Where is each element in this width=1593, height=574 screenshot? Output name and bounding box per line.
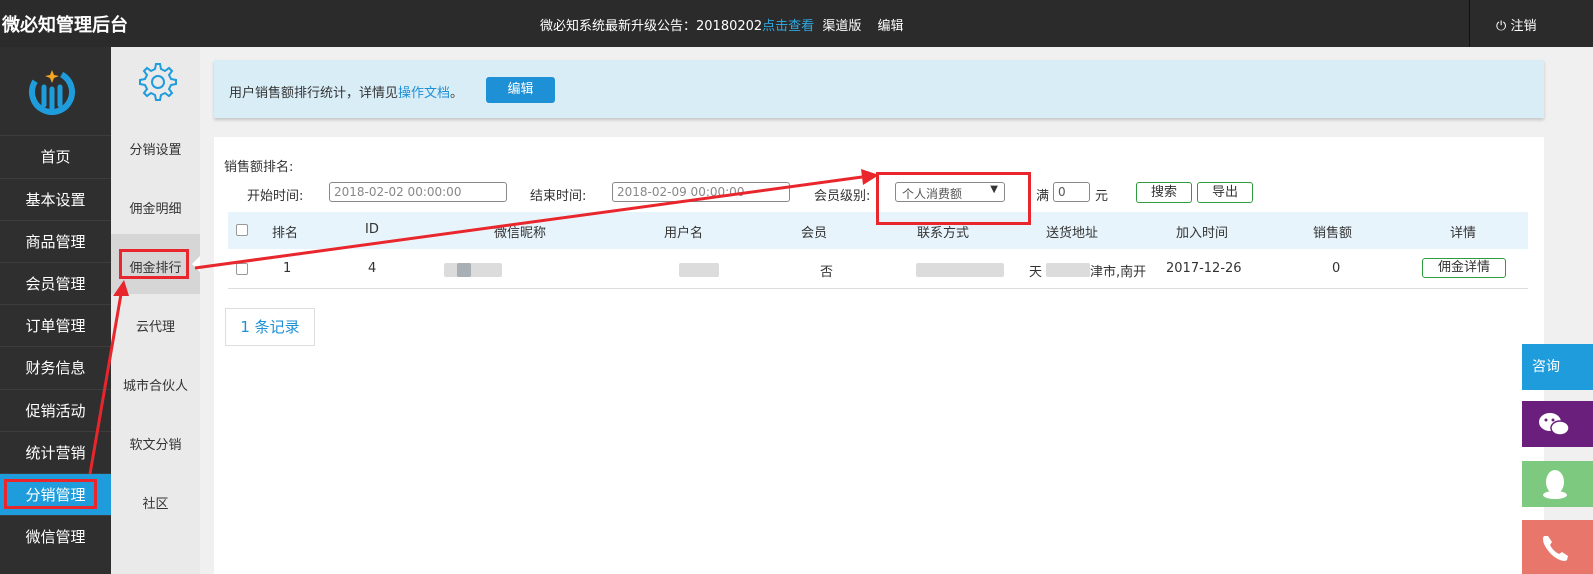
end-time-label: 结束时间: xyxy=(530,189,587,204)
consult-button[interactable]: 咨询 xyxy=(1522,344,1593,390)
col-member: 会员 xyxy=(801,226,828,241)
annotation-box-commission-ranking xyxy=(119,249,189,279)
sidebar-item-statistics[interactable]: 统计营销 xyxy=(0,431,111,473)
cell-joined: 2017-12-26 xyxy=(1166,261,1242,276)
subnav-item-community[interactable]: 社区 xyxy=(111,493,200,512)
subnav-item-cloud-agent[interactable]: 云代理 xyxy=(111,316,200,335)
start-time-input[interactable]: 2018-02-02 00:00:00 xyxy=(329,182,507,202)
col-sales: 销售额 xyxy=(1313,226,1353,241)
annotation-box-member-level xyxy=(876,172,1031,225)
cell-rank: 1 xyxy=(283,261,292,276)
sidebar-item-orders[interactable]: 订单管理 xyxy=(0,304,111,346)
gear-icon xyxy=(139,63,177,101)
logo-icon xyxy=(29,69,75,115)
col-detail: 详情 xyxy=(1450,226,1477,241)
wechat-button[interactable] xyxy=(1522,401,1593,447)
subnav-item-distribution-settings[interactable]: 分销设置 xyxy=(111,139,200,158)
member-level-label: 会员级别: xyxy=(814,189,871,204)
notice-link[interactable]: 点击查看 xyxy=(762,19,814,34)
info-edit-button[interactable]: 编辑 xyxy=(486,77,555,103)
cell-address-start: 天 xyxy=(1029,265,1043,280)
info-suffix: 。 xyxy=(450,86,464,101)
commission-detail-button[interactable]: 佣金详情 xyxy=(1422,258,1506,278)
subnav-item-commission-detail[interactable]: 佣金明细 xyxy=(111,198,200,217)
upgrade-notice: 微必知系统最新升级公告：20180202点击查看 渠道版 编辑 xyxy=(540,15,904,34)
search-button[interactable]: 搜索 xyxy=(1136,182,1192,203)
sidebar-item-products[interactable]: 商品管理 xyxy=(0,220,111,262)
col-username: 用户名 xyxy=(664,226,704,241)
annotation-box-distribution xyxy=(4,479,97,509)
sidebar-item-promotions[interactable]: 促销活动 xyxy=(0,389,111,431)
logout-button[interactable]: ⏻ 注销 xyxy=(1496,15,1536,34)
cell-address-blurred xyxy=(1046,263,1090,277)
notice-text: 微必知系统最新升级公告：20180202 xyxy=(540,19,763,34)
wechat-icon xyxy=(1539,413,1570,436)
sidebar-item-basic-settings[interactable]: 基本设置 xyxy=(0,178,111,220)
channel-link[interactable]: 渠道版 xyxy=(822,19,861,34)
select-all-checkbox[interactable] xyxy=(236,224,248,236)
qq-button[interactable] xyxy=(1522,461,1593,507)
sidebar-item-finance[interactable]: 财务信息 xyxy=(0,346,111,388)
phone-icon xyxy=(1543,536,1568,561)
top-bar: 微必知管理后台 微必知系统最新升级公告：20180202点击查看 渠道版 编辑 … xyxy=(0,0,1593,47)
currency-unit: 元 xyxy=(1095,189,1109,204)
subnav-item-city-partner[interactable]: 城市合伙人 xyxy=(111,375,200,394)
subnav-item-article-distribution[interactable]: 软文分销 xyxy=(111,434,200,453)
cell-nickname-blurred xyxy=(444,263,502,277)
min-amount-label: 满 xyxy=(1036,189,1050,204)
cell-username-blurred xyxy=(679,263,719,277)
col-id: ID xyxy=(365,222,379,237)
sub-sidebar: 分销设置 佣金明细 佣金排行 云代理 城市合伙人 软文分销 社区 xyxy=(111,47,200,574)
table-row: 1 4 否 天 津市,南开 2017-12-26 0 佣金详情 xyxy=(228,249,1528,289)
brand-title: 微必知管理后台 xyxy=(2,15,128,36)
export-button[interactable]: 导出 xyxy=(1197,182,1253,203)
sidebar-item-home[interactable]: 首页 xyxy=(0,135,111,177)
cell-member: 否 xyxy=(820,265,834,280)
col-address: 送货地址 xyxy=(1046,226,1099,241)
cell-contact-blurred xyxy=(916,263,1004,277)
cell-sales: 0 xyxy=(1332,261,1341,276)
power-icon: ⏻ xyxy=(1496,19,1507,34)
info-text: 用户销售额排行统计，详情见操作文档。 xyxy=(229,82,463,101)
col-rank: 排名 xyxy=(272,226,299,241)
info-description: 用户销售额排行统计，详情见 xyxy=(229,86,399,101)
record-count: 1 条记录 xyxy=(225,308,315,346)
row-checkbox[interactable] xyxy=(236,263,248,275)
phone-button[interactable] xyxy=(1522,520,1593,574)
qq-icon xyxy=(1543,470,1567,499)
topbar-divider xyxy=(1469,0,1470,47)
col-nickname: 微信昵称 xyxy=(494,226,547,241)
end-time-input[interactable]: 2018-02-09 00:00:00 xyxy=(612,182,790,202)
sidebar-item-members[interactable]: 会员管理 xyxy=(0,262,111,304)
docs-link[interactable]: 操作文档 xyxy=(398,86,450,101)
col-joined: 加入时间 xyxy=(1176,226,1229,241)
cell-address-end: 津市,南开 xyxy=(1090,265,1147,280)
section-title: 销售额排名: xyxy=(224,160,294,175)
edit-link[interactable]: 编辑 xyxy=(877,19,903,34)
sidebar-item-wechat[interactable]: 微信管理 xyxy=(0,515,111,557)
logout-label: 注销 xyxy=(1510,19,1537,34)
info-panel: 用户销售额排行统计，详情见操作文档。 编辑 xyxy=(214,60,1544,118)
cell-id: 4 xyxy=(368,261,377,276)
start-time-label: 开始时间: xyxy=(247,189,304,204)
min-amount-input[interactable]: 0 xyxy=(1053,182,1090,202)
avatar xyxy=(457,263,471,277)
